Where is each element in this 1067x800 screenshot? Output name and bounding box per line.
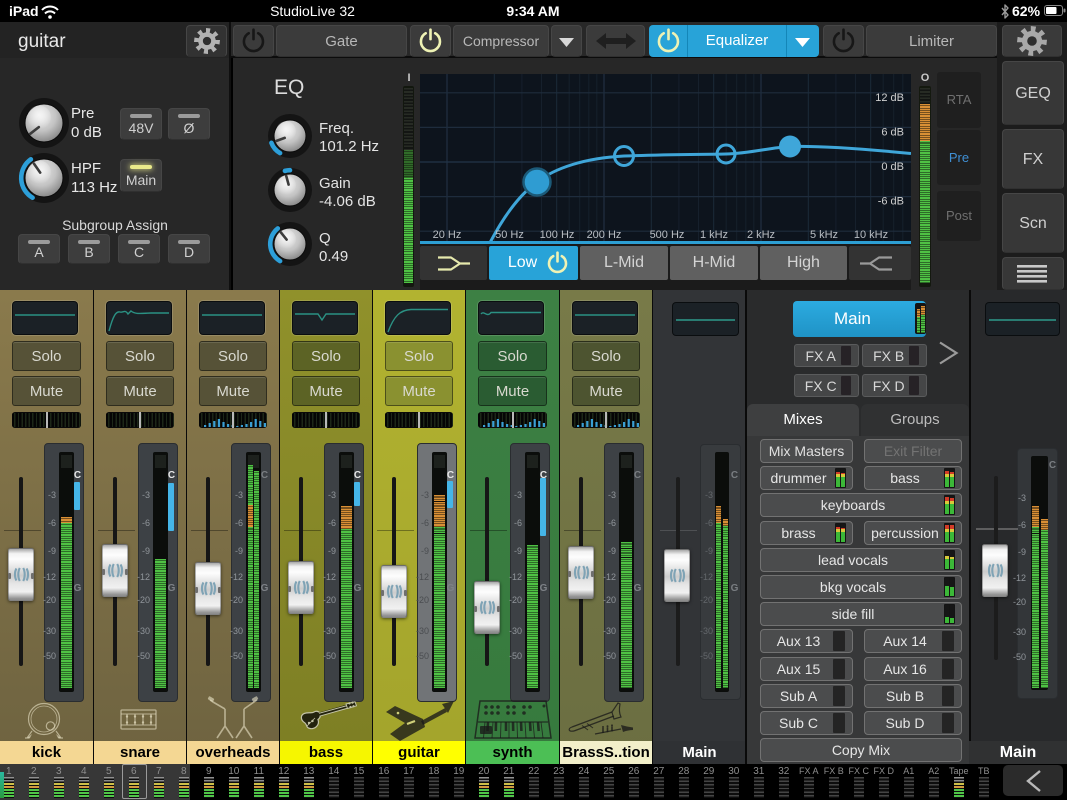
svg-text:2 kHz: 2 kHz [747,229,775,241]
svg-text:0 dB: 0 dB [881,161,904,173]
svg-text:6 dB: 6 dB [881,127,904,139]
svg-text:10 kHz: 10 kHz [854,229,888,241]
svg-text:20 Hz: 20 Hz [433,229,462,241]
svg-text:1 kHz: 1 kHz [700,229,728,241]
svg-text:50 Hz: 50 Hz [495,229,524,241]
svg-text:12 dB: 12 dB [875,92,904,104]
svg-text:500 Hz: 500 Hz [650,229,685,241]
svg-text:5 kHz: 5 kHz [810,229,838,241]
svg-text:-6 dB: -6 dB [878,196,904,208]
svg-text:200 Hz: 200 Hz [587,229,622,241]
svg-text:100 Hz: 100 Hz [540,229,575,241]
